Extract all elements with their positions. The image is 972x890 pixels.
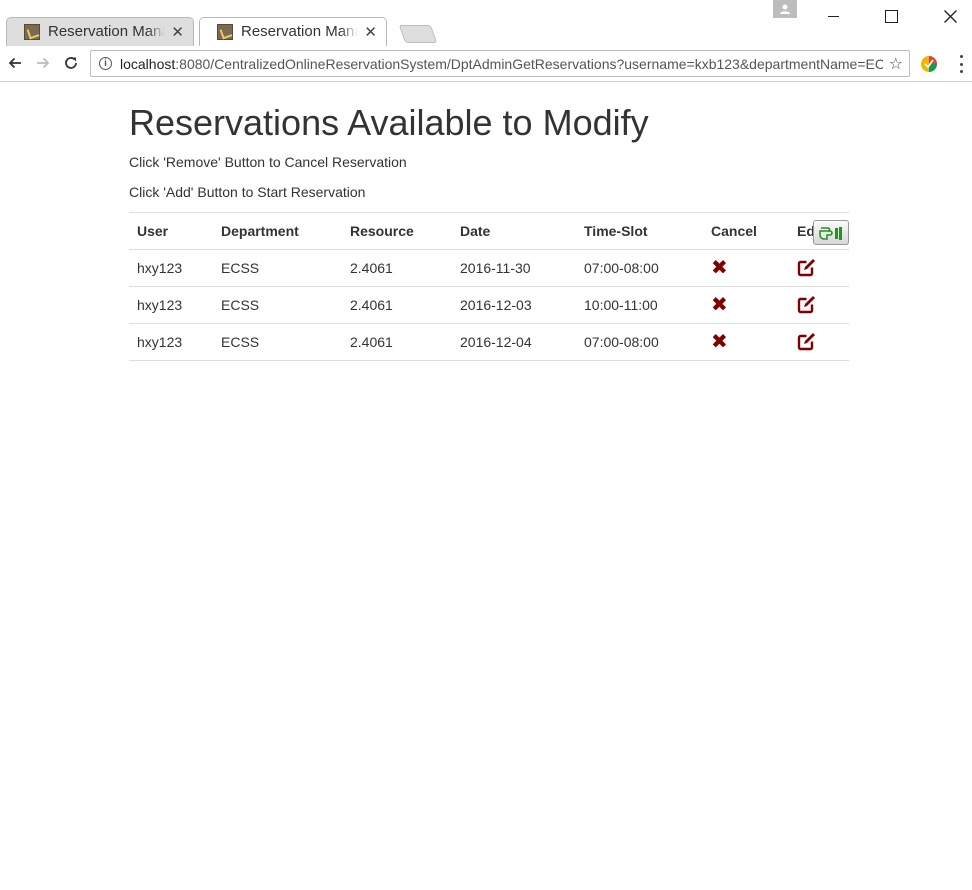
- cell-cancel: ✖: [703, 323, 789, 361]
- reservations-table: User Department Resource Date Time-Slot …: [129, 212, 849, 361]
- cell-resource: 2.4061: [342, 286, 452, 324]
- info-icon[interactable]: i: [99, 57, 112, 70]
- chrome-menu-icon[interactable]: [954, 55, 968, 73]
- edit-pencil-icon[interactable]: [797, 257, 817, 280]
- arrow-right-icon: [37, 57, 50, 69]
- cancel-x-icon[interactable]: ✖: [711, 295, 728, 315]
- header-date: Date: [452, 212, 576, 250]
- tab-close-icon[interactable]: ✕: [171, 23, 184, 41]
- window-close-button[interactable]: [937, 4, 963, 28]
- add-instruction: Click 'Add' Button to Start Reservation: [129, 184, 366, 200]
- forward-button[interactable]: [32, 52, 54, 74]
- site-favicon-icon: [24, 23, 40, 40]
- tab-close-icon[interactable]: ✕: [364, 23, 377, 41]
- add-reservation-button[interactable]: [813, 220, 849, 245]
- extension-icon[interactable]: [920, 55, 938, 73]
- cancel-x-icon[interactable]: ✖: [711, 258, 728, 278]
- cell-cancel: ✖: [703, 249, 789, 287]
- site-favicon-icon: [217, 23, 233, 40]
- table-header-row: User Department Resource Date Time-Slot …: [129, 212, 849, 250]
- cell-user: hxy123: [129, 249, 213, 287]
- tab-title: Reservation Manage: [241, 23, 358, 40]
- cell-edit: [789, 249, 849, 287]
- remove-instruction: Click 'Remove' Button to Cancel Reservat…: [129, 154, 407, 170]
- browser-tabstrip: Reservation Manage ✕ Reservation Manage …: [0, 0, 972, 46]
- cell-department: ECSS: [213, 286, 342, 324]
- browser-toolbar: i localhost:8080/CentralizedOnlineReserv…: [0, 46, 972, 82]
- cell-time-slot: 10:00-11:00: [576, 286, 703, 324]
- arrow-left-icon: [8, 57, 21, 69]
- profile-icon[interactable]: [773, 0, 797, 18]
- cell-user: hxy123: [129, 323, 213, 361]
- new-tab-button[interactable]: [398, 25, 438, 43]
- edit-pencil-icon[interactable]: [797, 331, 817, 354]
- header-department: Department: [213, 212, 342, 250]
- cell-date: 2016-12-03: [452, 286, 576, 324]
- cell-date: 2016-11-30: [452, 249, 576, 287]
- browser-tab-1[interactable]: Reservation Manage ✕: [6, 17, 194, 46]
- table-row: hxy123 ECSS 2.4061 2016-11-30 07:00-08:0…: [129, 249, 849, 287]
- bookmark-star-icon[interactable]: ☆: [889, 54, 903, 74]
- cell-time-slot: 07:00-08:00: [576, 323, 703, 361]
- cell-date: 2016-12-04: [452, 323, 576, 361]
- reload-button[interactable]: [60, 52, 82, 74]
- tab-title: Reservation Manage: [48, 23, 165, 40]
- cell-resource: 2.4061: [342, 249, 452, 287]
- table-row: hxy123 ECSS 2.4061 2016-12-04 07:00-08:0…: [129, 323, 849, 361]
- header-time-slot: Time-Slot: [576, 212, 703, 250]
- cell-department: ECSS: [213, 249, 342, 287]
- reload-icon: [65, 57, 77, 69]
- back-button[interactable]: [4, 52, 26, 74]
- url-text: localhost:8080/CentralizedOnlineReservat…: [120, 55, 883, 72]
- hand-pointer-icon: [819, 226, 842, 240]
- table-row: hxy123 ECSS 2.4061 2016-12-03 10:00-11:0…: [129, 286, 849, 324]
- cell-edit: [789, 323, 849, 361]
- page-content: Reservations Available to Modify Click '…: [129, 82, 849, 361]
- cell-resource: 2.4061: [342, 323, 452, 361]
- maximize-button[interactable]: [878, 4, 904, 28]
- browser-tab-2[interactable]: Reservation Manage ✕: [199, 17, 387, 46]
- header-cancel: Cancel: [703, 212, 789, 250]
- cell-edit: [789, 286, 849, 324]
- header-user: User: [129, 212, 213, 250]
- cancel-x-icon[interactable]: ✖: [711, 332, 728, 352]
- edit-pencil-icon[interactable]: [797, 294, 817, 317]
- address-bar[interactable]: i localhost:8080/CentralizedOnlineReserv…: [90, 50, 910, 77]
- cell-time-slot: 07:00-08:00: [576, 249, 703, 287]
- cell-department: ECSS: [213, 323, 342, 361]
- minimize-button[interactable]: [820, 4, 846, 28]
- cell-cancel: ✖: [703, 286, 789, 324]
- header-resource: Resource: [342, 212, 452, 250]
- page-title: Reservations Available to Modify: [129, 102, 649, 143]
- cell-user: hxy123: [129, 286, 213, 324]
